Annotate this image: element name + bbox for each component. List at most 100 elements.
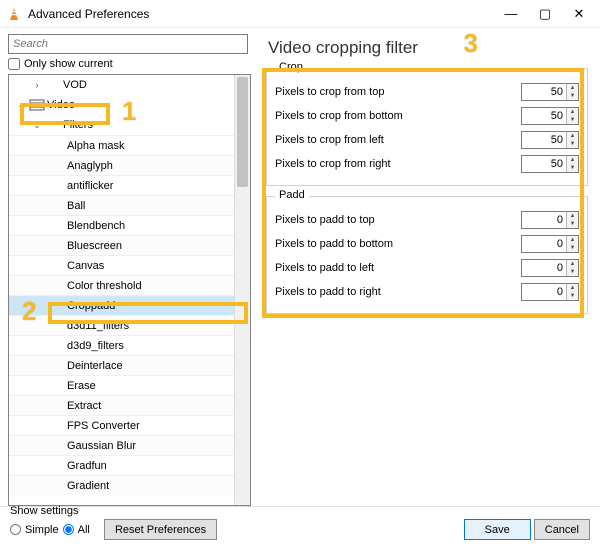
titlebar: Advanced Preferences — ▢ ✕ — [0, 0, 600, 28]
spin-up-icon[interactable]: ▲ — [567, 284, 578, 292]
save-button[interactable]: Save — [464, 519, 531, 540]
spin-down-icon[interactable]: ▼ — [567, 116, 578, 124]
reset-preferences-button[interactable]: Reset Preferences — [104, 519, 217, 540]
preferences-tree: › VOD ⌄ Video ⌄ Filters Alpha maskAnaglyphanti… — [8, 74, 251, 506]
spin-up-icon[interactable]: ▲ — [567, 84, 578, 92]
tree-node-label: VOD — [63, 79, 87, 91]
tree-item-gaussian-blur[interactable]: Gaussian Blur — [9, 435, 250, 455]
spin-up-icon[interactable]: ▲ — [567, 108, 578, 116]
spin-down-icon[interactable]: ▼ — [567, 244, 578, 252]
tree-item-anaglyph[interactable]: Anaglyph — [9, 155, 250, 175]
only-show-current-checkbox[interactable] — [8, 58, 20, 70]
tree-item-ball[interactable]: Ball — [9, 195, 250, 215]
tree-node-label: Filters — [63, 119, 93, 131]
tree-item-alpha-mask[interactable]: Alpha mask — [9, 135, 250, 155]
tree-item-antiflicker[interactable]: antiflicker — [9, 175, 250, 195]
tree-item-extract[interactable]: Extract — [9, 395, 250, 415]
spin-value: 50 — [522, 110, 566, 122]
expand-arrow-icon: › — [31, 80, 43, 90]
crop-row-3: Pixels to crop from right50▲▼ — [275, 153, 579, 175]
padd-row-3: Pixels to padd to right0▲▼ — [275, 281, 579, 303]
crop-label-0: Pixels to crop from top — [275, 86, 521, 98]
expand-arrow-icon: ⌄ — [31, 120, 43, 131]
window-buttons: — ▢ ✕ — [494, 2, 596, 26]
tree-scrollbar[interactable] — [234, 75, 250, 505]
crop-row-0: Pixels to crop from top50▲▼ — [275, 81, 579, 103]
crop-label-1: Pixels to crop from bottom — [275, 110, 521, 122]
content-area: Only show current › VOD ⌄ Video ⌄ Filters Alph… — [0, 28, 600, 506]
tree-item-d3d11-filters[interactable]: d3d11_filters — [9, 315, 250, 335]
spin-down-icon[interactable]: ▼ — [567, 92, 578, 100]
spin-down-icon[interactable]: ▼ — [567, 164, 578, 172]
only-show-current-row[interactable]: Only show current — [8, 58, 254, 70]
crop-row-1: Pixels to crop from bottom50▲▼ — [275, 105, 579, 127]
tree-node-vod[interactable]: › VOD — [9, 75, 250, 95]
tree-item-croppadd[interactable]: Croppadd — [9, 295, 250, 315]
spin-value: 0 — [522, 214, 566, 226]
crop-legend: Crop — [275, 61, 307, 73]
only-show-current-label: Only show current — [24, 58, 113, 70]
padd-spinbox-1[interactable]: 0▲▼ — [521, 235, 579, 253]
tree-node-video[interactable]: ⌄ Video — [9, 95, 250, 115]
footer: Show settings Simple All Reset Preferenc… — [0, 506, 600, 546]
window-title: Advanced Preferences — [28, 7, 494, 21]
video-icon — [29, 98, 45, 112]
vlc-cone-icon — [6, 6, 22, 22]
spin-value: 50 — [522, 134, 566, 146]
tree-item-fps-converter[interactable]: FPS Converter — [9, 415, 250, 435]
expand-arrow-icon: ⌄ — [15, 100, 27, 111]
crop-spinbox-0[interactable]: 50▲▼ — [521, 83, 579, 101]
tree-item-bluescreen[interactable]: Bluescreen — [9, 235, 250, 255]
show-settings-group: Show settings Simple All Reset Preferenc… — [10, 505, 217, 540]
crop-label-3: Pixels to crop from right — [275, 158, 521, 170]
maximize-button[interactable]: ▢ — [528, 2, 562, 26]
spin-up-icon[interactable]: ▲ — [567, 260, 578, 268]
search-input[interactable] — [8, 34, 248, 54]
tree-item-gradfun[interactable]: Gradfun — [9, 455, 250, 475]
padd-row-2: Pixels to padd to left0▲▼ — [275, 257, 579, 279]
tree-node-label: Video — [47, 99, 75, 111]
close-button[interactable]: ✕ — [562, 2, 596, 26]
show-settings-simple-label: Simple — [25, 524, 59, 536]
spin-down-icon[interactable]: ▼ — [567, 268, 578, 276]
padd-spinbox-0[interactable]: 0▲▼ — [521, 211, 579, 229]
spin-down-icon[interactable]: ▼ — [567, 220, 578, 228]
spin-down-icon[interactable]: ▼ — [567, 140, 578, 148]
tree-item-erase[interactable]: Erase — [9, 375, 250, 395]
spin-up-icon[interactable]: ▲ — [567, 236, 578, 244]
crop-spinbox-2[interactable]: 50▲▼ — [521, 131, 579, 149]
tree-item-d3d9-filters[interactable]: d3d9_filters — [9, 335, 250, 355]
page-title: Video cropping filter — [268, 38, 588, 58]
show-settings-label: Show settings — [10, 505, 217, 517]
right-pane: Video cropping filter 3 CropPixels to cr… — [260, 28, 600, 506]
spin-up-icon[interactable]: ▲ — [567, 156, 578, 164]
show-settings-simple-radio[interactable] — [10, 524, 21, 535]
crop-spinbox-3[interactable]: 50▲▼ — [521, 155, 579, 173]
crop-spinbox-1[interactable]: 50▲▼ — [521, 107, 579, 125]
spin-down-icon[interactable]: ▼ — [567, 292, 578, 300]
padd-row-0: Pixels to padd to top0▲▼ — [275, 209, 579, 231]
spin-up-icon[interactable]: ▲ — [567, 132, 578, 140]
show-settings-all-label: All — [78, 524, 90, 536]
padd-spinbox-3[interactable]: 0▲▼ — [521, 283, 579, 301]
tree-item-gradient[interactable]: Gradient — [9, 475, 250, 495]
padd-spinbox-2[interactable]: 0▲▼ — [521, 259, 579, 277]
show-settings-all-radio[interactable] — [63, 524, 74, 535]
tree-item-canvas[interactable]: Canvas — [9, 255, 250, 275]
padd-label-1: Pixels to padd to bottom — [275, 238, 521, 250]
padd-label-3: Pixels to padd to right — [275, 286, 521, 298]
minimize-button[interactable]: — — [494, 2, 528, 26]
blank-icon — [45, 118, 61, 132]
spin-value: 0 — [522, 286, 566, 298]
spin-up-icon[interactable]: ▲ — [567, 212, 578, 220]
cancel-button[interactable]: Cancel — [534, 519, 590, 540]
padd-label-0: Pixels to padd to top — [275, 214, 521, 226]
padd-group: PaddPixels to padd to top0▲▼Pixels to pa… — [266, 196, 588, 314]
blank-icon — [45, 78, 61, 92]
scrollbar-thumb[interactable] — [237, 77, 248, 187]
tree-item-blendbench[interactable]: Blendbench — [9, 215, 250, 235]
tree-item-color-threshold[interactable]: Color threshold — [9, 275, 250, 295]
tree-item-deinterlace[interactable]: Deinterlace — [9, 355, 250, 375]
tree-node-filters[interactable]: ⌄ Filters — [9, 115, 250, 135]
padd-legend: Padd — [275, 189, 309, 201]
